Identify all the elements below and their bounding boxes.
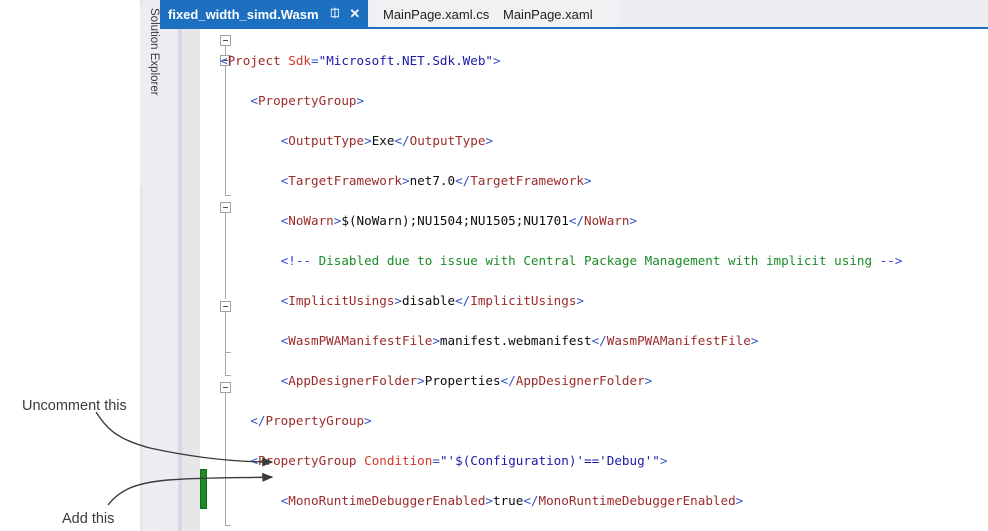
arrow-uncomment — [95, 411, 274, 467]
arrow-add — [107, 472, 274, 506]
annotation-arrows — [95, 411, 274, 506]
